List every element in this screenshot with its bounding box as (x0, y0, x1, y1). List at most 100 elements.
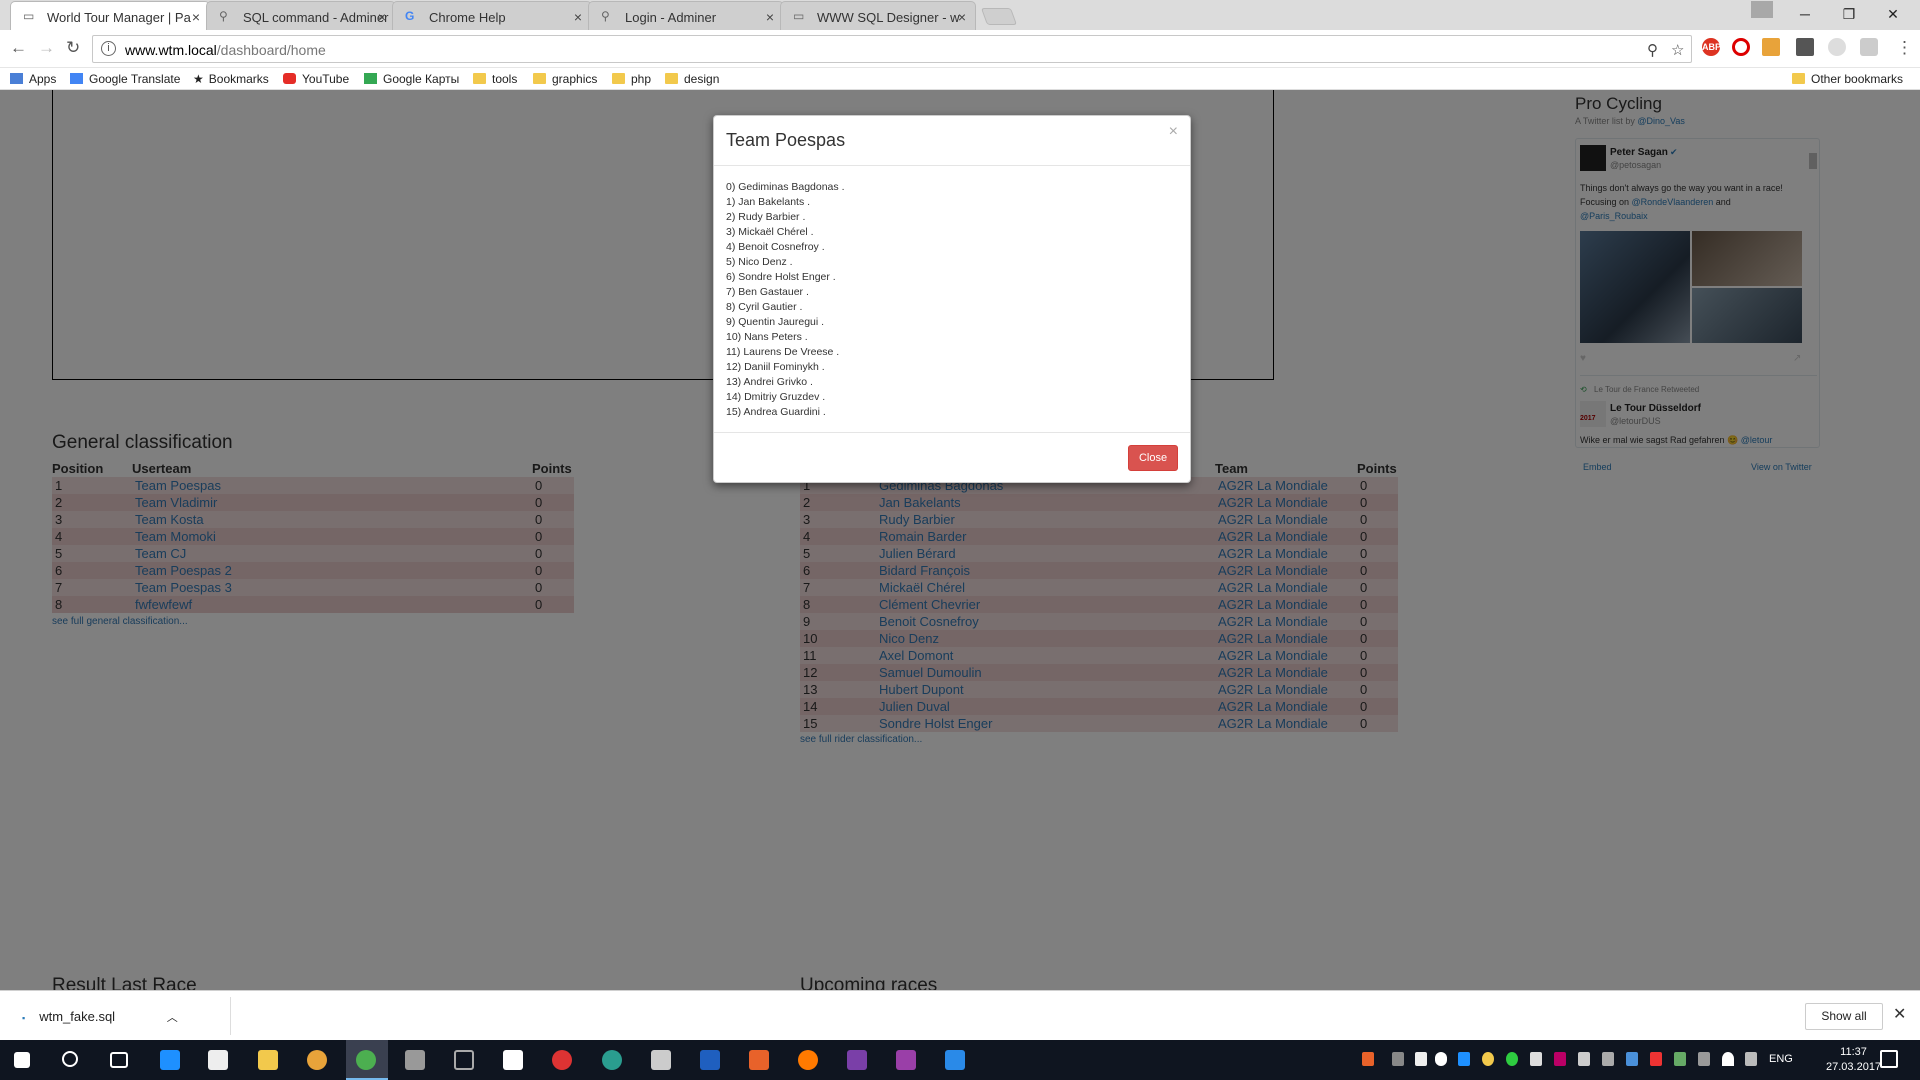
adblock-icon[interactable]: ABP (1702, 38, 1721, 56)
rider-list-item: 12) Daniil Fominykh . (726, 361, 825, 373)
file-explorer-icon[interactable] (258, 1050, 278, 1070)
modal-footer: Close (714, 432, 1190, 484)
search-icon[interactable] (62, 1051, 78, 1067)
minimize-button[interactable]: ─ (1782, 0, 1828, 30)
bookmark-design[interactable]: design (665, 72, 719, 86)
tray-icon[interactable] (1392, 1052, 1404, 1066)
volume-icon[interactable] (1745, 1052, 1757, 1066)
team-rider-list: 0) Gediminas Bagdonas . 1) Jan Bakelants … (726, 180, 844, 420)
tab-close-icon[interactable]: × (766, 9, 774, 25)
close-window-button[interactable]: ✕ (1870, 0, 1916, 30)
bookmark-google-maps[interactable]: Google Карты (364, 72, 459, 86)
tray-icon[interactable] (1602, 1052, 1614, 1066)
tray-icon[interactable] (1362, 1052, 1374, 1066)
lightroom-icon[interactable] (454, 1050, 474, 1070)
battery-icon[interactable] (1674, 1052, 1686, 1066)
bluetooth-icon[interactable] (1626, 1052, 1638, 1066)
calendar-icon[interactable] (503, 1050, 523, 1070)
bookmark-graphics[interactable]: graphics (533, 72, 597, 86)
tray-icon[interactable] (1506, 1052, 1518, 1066)
search-icon[interactable]: ⚲ (1647, 41, 1658, 59)
tray-icon[interactable] (1554, 1052, 1566, 1066)
visual-studio-code-icon[interactable] (945, 1050, 965, 1070)
powershell-icon[interactable] (700, 1050, 720, 1070)
show-all-button[interactable]: Show all (1805, 1003, 1883, 1030)
forward-arrow-icon[interactable]: → (38, 38, 55, 58)
tray-icon[interactable] (1415, 1052, 1427, 1066)
restore-button[interactable]: ❐ (1826, 0, 1872, 30)
tray-icon[interactable] (1578, 1052, 1590, 1066)
key-icon[interactable] (1762, 38, 1780, 56)
tab-login-adminer[interactable]: ⚲ Login - Adminer × (588, 1, 784, 30)
tab-label: Chrome Help (429, 10, 506, 25)
bookmark-label: tools (492, 72, 518, 86)
app-icon[interactable] (307, 1050, 327, 1070)
info-icon[interactable]: i (101, 41, 116, 56)
bookmark-tools[interactable]: tools (473, 72, 517, 86)
tab-world-tour-manager[interactable]: ▭ World Tour Manager | Pa × (10, 1, 210, 30)
rider-list-item: 11) Laurens De Vreese . (726, 346, 840, 358)
chevron-up-icon[interactable]: ︿ (167, 1012, 178, 1024)
skype-icon[interactable] (1860, 38, 1878, 56)
task-view-icon[interactable] (110, 1052, 128, 1068)
menu-icon[interactable]: ⋮ (1896, 38, 1913, 58)
cloud-icon[interactable] (1435, 1052, 1447, 1066)
store-icon[interactable] (208, 1050, 228, 1070)
bookmark-label: design (684, 72, 720, 86)
bookmark-label: Apps (29, 72, 57, 86)
app-icon[interactable] (896, 1050, 916, 1070)
tray-icon[interactable] (1650, 1052, 1662, 1066)
star-icon[interactable]: ☆ (1671, 41, 1684, 59)
app-icon[interactable] (651, 1050, 671, 1070)
tab-sql-designer[interactable]: ▭ WWW SQL Designer - w × (780, 1, 976, 30)
tab-close-icon[interactable]: × (574, 9, 582, 25)
reload-icon[interactable]: ↻ (66, 38, 80, 58)
close-icon[interactable]: ✕ (1893, 1004, 1906, 1024)
bookmark-apps[interactable]: Apps (10, 72, 56, 86)
tray-icon[interactable] (1482, 1052, 1494, 1066)
tray-icon[interactable] (1698, 1052, 1710, 1066)
bookmark-php[interactable]: php (612, 72, 651, 86)
download-item[interactable]: ▪ wtm_fake.sql ︿ (22, 1009, 178, 1025)
tab-chrome-help[interactable]: G Chrome Help × (392, 1, 592, 30)
app-icon[interactable] (602, 1050, 622, 1070)
address-bar[interactable]: i www.wtm.local/dashboard/home ⚲ ☆ (92, 35, 1692, 63)
tab-close-icon[interactable]: × (958, 9, 966, 25)
clock[interactable]: 11:37 27.03.2017 (1826, 1045, 1881, 1075)
tray-icon[interactable] (1458, 1052, 1470, 1066)
tray-icon[interactable] (1530, 1052, 1542, 1066)
adminer-icon: ⚲ (219, 9, 228, 23)
tab-close-icon[interactable]: × (192, 9, 200, 25)
chrome-icon[interactable] (356, 1050, 376, 1070)
opera-icon[interactable] (1732, 38, 1750, 56)
rider-list-item: 13) Andrei Grivko . (726, 376, 813, 388)
tab-close-icon[interactable]: × (378, 9, 386, 25)
app-icon[interactable] (405, 1050, 425, 1070)
language-indicator[interactable]: ENG (1769, 1053, 1793, 1065)
edge-icon[interactable] (160, 1050, 180, 1070)
profile-icon[interactable] (1751, 1, 1773, 18)
download-shelf: ▪ wtm_fake.sql ︿ Show all ✕ (0, 990, 1920, 1040)
eyedropper-icon[interactable] (1796, 38, 1814, 56)
other-bookmarks[interactable]: Other bookmarks (1792, 72, 1903, 86)
xampp-icon[interactable] (749, 1050, 769, 1070)
close-button[interactable]: Close (1128, 445, 1178, 471)
tab-sql-command[interactable]: ⚲ SQL command - Adminer × (206, 1, 396, 30)
bookmark-bookmarks[interactable]: ★ Bookmarks (193, 72, 269, 86)
wifi-icon[interactable] (1722, 1052, 1734, 1066)
new-tab-button[interactable] (980, 8, 1018, 25)
windows-start-icon[interactable] (14, 1052, 30, 1068)
firefox-icon[interactable] (798, 1050, 818, 1070)
extension-icon[interactable] (1828, 38, 1846, 56)
clock-time: 11:37 (1840, 1046, 1867, 1058)
bookmark-google-translate[interactable]: Google Translate (70, 72, 180, 86)
download-filename: wtm_fake.sql (39, 1009, 116, 1024)
notifications-icon[interactable] (1880, 1050, 1898, 1068)
back-arrow-icon[interactable]: ← (10, 38, 27, 58)
clock-date: 27.03.2017 (1826, 1061, 1882, 1073)
close-icon[interactable]: × (1169, 123, 1178, 141)
onenote-icon[interactable] (847, 1050, 867, 1070)
rider-list-item: 2) Rudy Barbier . (726, 211, 806, 223)
bookmark-youtube[interactable]: YouTube (283, 72, 349, 86)
app-icon[interactable] (552, 1050, 572, 1070)
